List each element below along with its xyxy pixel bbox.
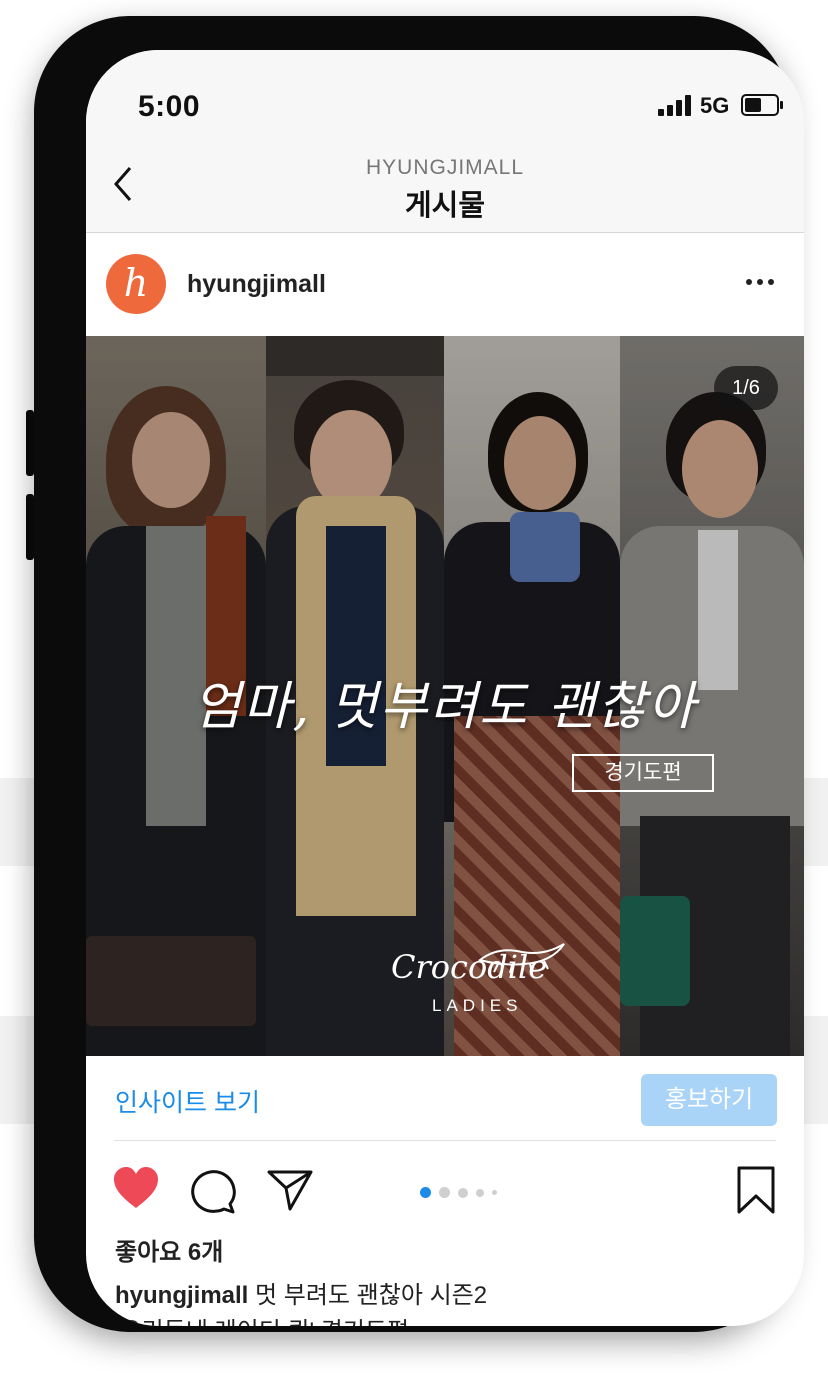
network-label: 5G [700, 93, 730, 118]
crocodile-logo-icon [478, 943, 565, 974]
caption-line-2: '우리동네 레이디 퀸' 경기도편 [115, 1318, 409, 1326]
caption-text: 멋 부려도 괜찮아 시즌2 [248, 1282, 488, 1309]
avatar[interactable]: h [106, 254, 166, 314]
brand-subtitle: LADIES [432, 996, 523, 1015]
page-header: HYUNGJIMALL 게시물 [86, 150, 804, 233]
post-caption: hyungjimall 멋 부려도 괜찮아 시즌2 '우리동네 레이디 퀸' 경… [115, 1278, 785, 1326]
screen: 5:00 5G HYUNGJIMALL 게시물 h hyungjimall 1/… [86, 50, 804, 1326]
battery-icon [741, 94, 783, 116]
signal-icon [658, 94, 691, 116]
share-icon[interactable] [266, 1168, 314, 1212]
divider [114, 1140, 776, 1141]
volume-down-button [26, 494, 34, 560]
action-bar [86, 1156, 804, 1236]
image-headline: 엄마, 멋부려도 괜찮아 [192, 677, 698, 737]
insights-bar: 인사이트 보기 홍보하기 [86, 1056, 804, 1156]
edition-tag: 경기도편 [572, 754, 714, 792]
carousel-dots [420, 1187, 497, 1198]
post-header: h hyungjimall [86, 233, 804, 336]
status-bar: 5:00 5G [86, 50, 804, 150]
image-counter: 1/6 [714, 366, 778, 410]
heart-icon[interactable] [112, 1166, 160, 1210]
more-icon[interactable] [746, 279, 774, 285]
post-image[interactable]: 1/6 엄마, 멋부려도 괜찮아 경기도편 Crocodile LADIES [86, 336, 804, 1056]
page-title: 게시물 [404, 190, 486, 222]
volume-up-button [26, 410, 34, 476]
promote-button[interactable]: 홍보하기 [641, 1074, 777, 1126]
account-caption: HYUNGJIMALL [365, 156, 525, 179]
caption-username[interactable]: hyungjimall [115, 1282, 248, 1309]
comment-icon[interactable] [190, 1168, 236, 1214]
view-insights-link[interactable]: 인사이트 보기 [115, 1083, 260, 1119]
likes-count[interactable]: 좋아요 6개 [115, 1232, 223, 1267]
username[interactable]: hyungjimall [187, 270, 326, 299]
bookmark-icon[interactable] [736, 1166, 776, 1214]
phone-frame: 5:00 5G HYUNGJIMALL 게시물 h hyungjimall 1/… [34, 16, 804, 1332]
status-time: 5:00 [138, 90, 201, 123]
